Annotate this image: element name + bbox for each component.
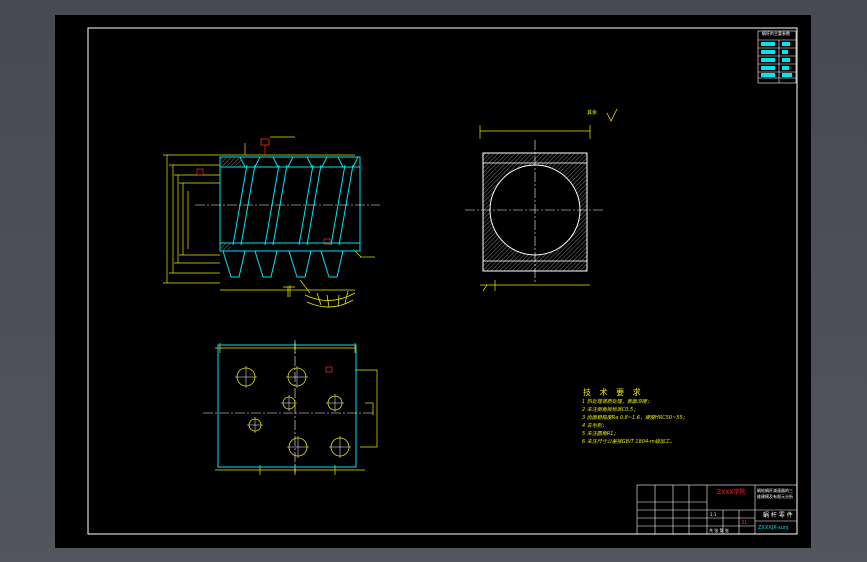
title-block <box>636 484 798 535</box>
worm-dimensions <box>163 136 375 297</box>
plate-datum-marker <box>325 366 333 373</box>
parameters-table <box>757 30 797 84</box>
plate-dimensions <box>215 343 378 475</box>
cad-viewport[interactable]: 蜗杆的主要参数 其余 技 术 要 求 1 热处理调质处理，表面淬硬； 2 未注倒… <box>0 0 867 562</box>
worm-front-view[interactable] <box>163 136 380 308</box>
hole-centermarks <box>235 366 351 458</box>
plate-outline <box>217 344 357 468</box>
datum-marker-left <box>196 168 204 176</box>
worm-end-view[interactable] <box>465 108 618 292</box>
base-plate-view[interactable] <box>203 340 378 475</box>
drawing-canvas <box>87 27 798 535</box>
drawing-sheet: 蜗杆的主要参数 其余 技 术 要 求 1 热处理调质处理，表面淬硬； 2 未注倒… <box>55 15 811 548</box>
plate-holes <box>236 367 350 457</box>
roughness-symbol <box>606 108 618 122</box>
drawing-border <box>87 27 798 535</box>
worm-outline <box>219 156 361 278</box>
worm-hatch-bottom <box>221 243 231 250</box>
worm-hatch-left <box>221 158 241 166</box>
datum-marker <box>260 138 270 146</box>
